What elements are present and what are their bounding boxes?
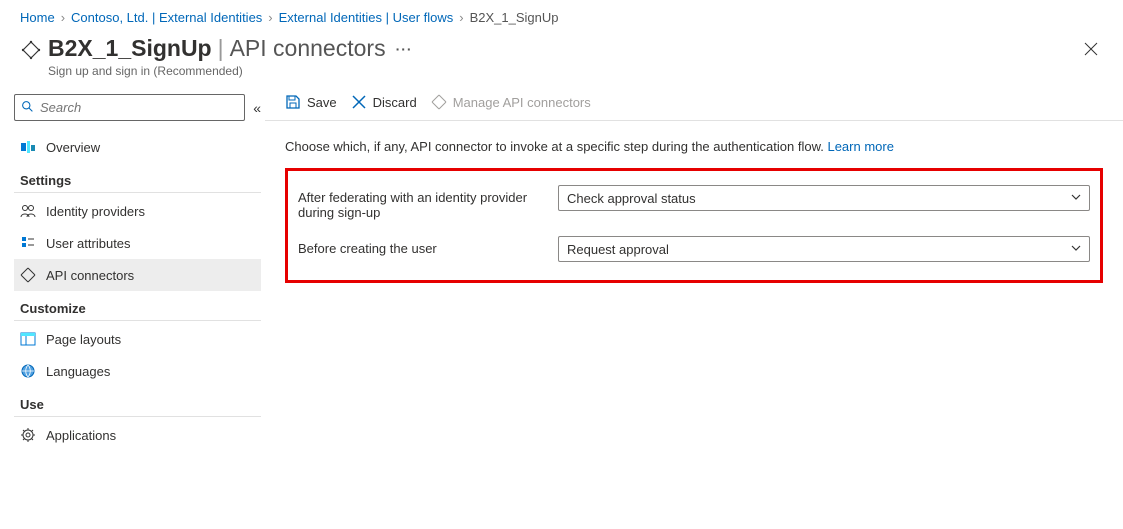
sidebar-item-label: User attributes — [46, 236, 131, 251]
manage-api-connectors-button: Manage API connectors — [431, 94, 591, 110]
breadcrumb-link-contoso[interactable]: Contoso, Ltd. | External Identities — [71, 10, 262, 25]
page-layouts-icon — [20, 331, 36, 347]
info-text: Choose which, if any, API connector to i… — [285, 139, 1103, 154]
discard-icon — [351, 94, 367, 110]
sidebar-heading-use: Use — [14, 387, 261, 417]
page-title: B2X_1_SignUp | API connectors ··· — [48, 35, 1103, 62]
more-icon[interactable]: ··· — [396, 41, 413, 57]
save-button[interactable]: Save — [285, 94, 337, 110]
select-value: Check approval status — [567, 191, 696, 206]
breadcrumb-link-home[interactable]: Home — [20, 10, 55, 25]
discard-button[interactable]: Discard — [351, 94, 417, 110]
sidebar-item-label: API connectors — [46, 268, 134, 283]
sidebar-item-page-layouts[interactable]: Page layouts — [14, 323, 261, 355]
languages-icon — [20, 363, 36, 379]
form-label: Before creating the user — [298, 236, 548, 256]
sidebar-item-user-attributes[interactable]: User attributes — [14, 227, 261, 259]
collapse-sidebar-button[interactable]: « — [253, 100, 261, 116]
sidebar-item-api-connectors[interactable]: API connectors — [14, 259, 261, 291]
identity-providers-icon — [20, 203, 36, 219]
sidebar-item-label: Applications — [46, 428, 116, 443]
chevron-down-icon — [1071, 242, 1081, 256]
sidebar-item-languages[interactable]: Languages — [14, 355, 261, 387]
breadcrumb: Home › Contoso, Ltd. | External Identiti… — [0, 0, 1123, 31]
search-input[interactable] — [40, 100, 238, 115]
chevron-right-icon: › — [459, 10, 463, 25]
sidebar-heading-customize: Customize — [14, 291, 261, 321]
select-after-federating[interactable]: Check approval status — [558, 185, 1090, 211]
sidebar-heading-settings: Settings — [14, 163, 261, 193]
api-connectors-icon — [20, 267, 36, 283]
sidebar: « Overview Settings Identity providers U… — [0, 86, 265, 459]
learn-more-link[interactable]: Learn more — [827, 139, 893, 154]
sidebar-item-overview[interactable]: Overview — [14, 131, 261, 163]
close-button[interactable] — [1083, 41, 1103, 61]
toolbar: Save Discard Manage API connectors — [265, 86, 1123, 121]
chevron-right-icon: › — [61, 10, 65, 25]
chevron-right-icon: › — [268, 10, 272, 25]
applications-icon — [20, 427, 36, 443]
save-icon — [285, 94, 301, 110]
highlight-box: After federating with an identity provid… — [285, 168, 1103, 283]
form-label: After federating with an identity provid… — [298, 185, 548, 220]
form-row-federating: After federating with an identity provid… — [298, 177, 1090, 228]
manage-icon — [431, 94, 447, 110]
sidebar-item-applications[interactable]: Applications — [14, 419, 261, 451]
page-header: B2X_1_SignUp | API connectors ··· Sign u… — [0, 31, 1123, 86]
search-input-wrapper[interactable] — [14, 94, 245, 121]
sidebar-item-label: Overview — [46, 140, 100, 155]
chevron-down-icon — [1071, 191, 1081, 205]
sidebar-item-label: Identity providers — [46, 204, 145, 219]
breadcrumb-link-external[interactable]: External Identities | User flows — [279, 10, 454, 25]
sidebar-item-label: Page layouts — [46, 332, 121, 347]
select-before-creating[interactable]: Request approval — [558, 236, 1090, 262]
main-area: Save Discard Manage API connectors Choos… — [265, 86, 1123, 459]
user-flow-icon — [20, 39, 48, 64]
breadcrumb-current: B2X_1_SignUp — [470, 10, 559, 25]
sidebar-item-identity-providers[interactable]: Identity providers — [14, 195, 261, 227]
page-subtitle: Sign up and sign in (Recommended) — [48, 64, 1103, 78]
form-row-before-creating: Before creating the user Request approva… — [298, 228, 1090, 270]
overview-icon — [20, 139, 36, 155]
user-attributes-icon — [20, 235, 36, 251]
select-value: Request approval — [567, 242, 669, 257]
sidebar-item-label: Languages — [46, 364, 110, 379]
search-icon — [21, 100, 34, 116]
